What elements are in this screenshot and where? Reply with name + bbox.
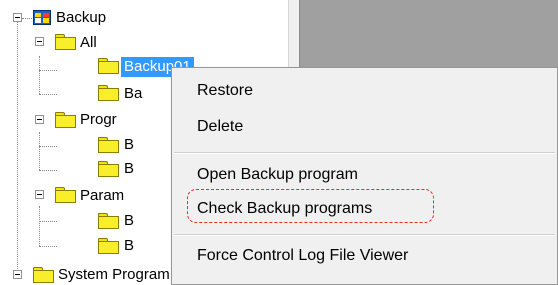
folder-icon	[98, 213, 119, 229]
tree-item-system-program[interactable]: System Program	[58, 265, 170, 285]
tree-connector	[39, 246, 57, 247]
context-menu: Restore Delete Open Backup program Check…	[171, 67, 558, 285]
tree-connector	[39, 221, 57, 222]
folder-icon	[98, 161, 119, 177]
tree-connector	[39, 56, 40, 94]
tree-item-parameter[interactable]: Param	[80, 186, 124, 206]
tree-item-program[interactable]: Progr	[80, 110, 117, 130]
menu-item-force-control-log-viewer[interactable]: Force Control Log File Viewer	[197, 246, 408, 266]
collapse-toggle[interactable]	[35, 115, 44, 124]
tree-item-program-backup2[interactable]: B	[124, 159, 134, 179]
tree-connector	[39, 146, 57, 147]
tree-item-parameter-backup2[interactable]: B	[124, 236, 134, 256]
collapse-toggle[interactable]	[35, 37, 44, 46]
folder-icon	[98, 238, 119, 254]
tree-item-backup[interactable]: Backup	[56, 8, 106, 28]
menu-separator	[174, 234, 555, 236]
collapse-toggle[interactable]	[35, 190, 44, 199]
collapse-toggle[interactable]	[13, 270, 22, 279]
tree-item-parameter-backup1[interactable]: B	[124, 211, 134, 231]
tree-connector	[39, 206, 40, 246]
folder-icon	[98, 85, 119, 101]
tree-connector	[39, 70, 57, 71]
menu-item-restore[interactable]: Restore	[197, 81, 253, 101]
folder-icon	[98, 58, 119, 74]
menu-item-delete[interactable]: Delete	[197, 117, 243, 137]
tree-connector	[39, 94, 57, 95]
tree-item-backup02[interactable]: Ba	[124, 84, 142, 104]
folder-icon	[55, 112, 76, 128]
folder-icon	[98, 137, 119, 153]
tree-connector	[39, 170, 57, 171]
collapse-toggle[interactable]	[13, 13, 22, 22]
tree-connector	[39, 132, 40, 170]
tree-connector	[17, 22, 18, 277]
tree-item-program-backup1[interactable]: B	[124, 135, 134, 155]
folder-icon	[55, 187, 76, 203]
folder-icon	[33, 267, 54, 283]
menu-item-open-backup-program[interactable]: Open Backup program	[197, 165, 358, 185]
folder-icon	[55, 34, 76, 50]
menu-separator	[174, 152, 555, 154]
tree-item-all[interactable]: All	[80, 33, 97, 53]
highlight-annotation	[187, 189, 434, 223]
backup-root-icon	[33, 10, 51, 25]
